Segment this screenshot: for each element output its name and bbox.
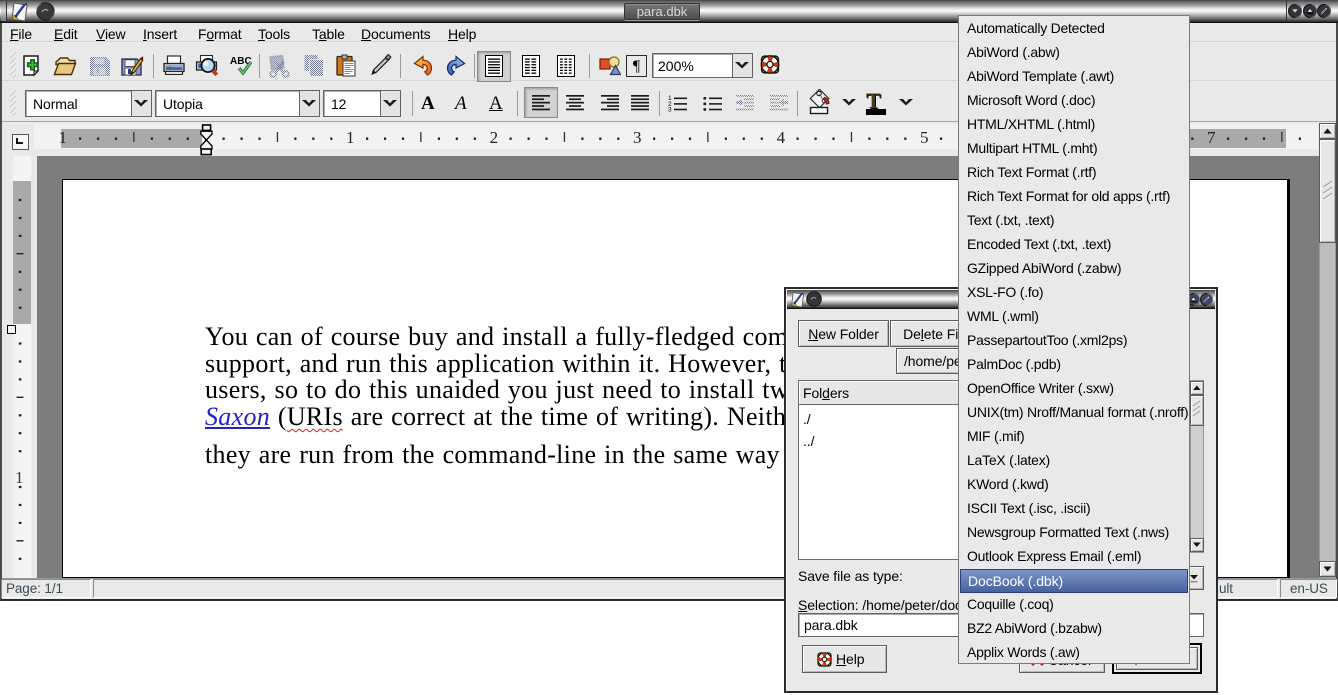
svg-text:3: 3 [668,106,672,112]
